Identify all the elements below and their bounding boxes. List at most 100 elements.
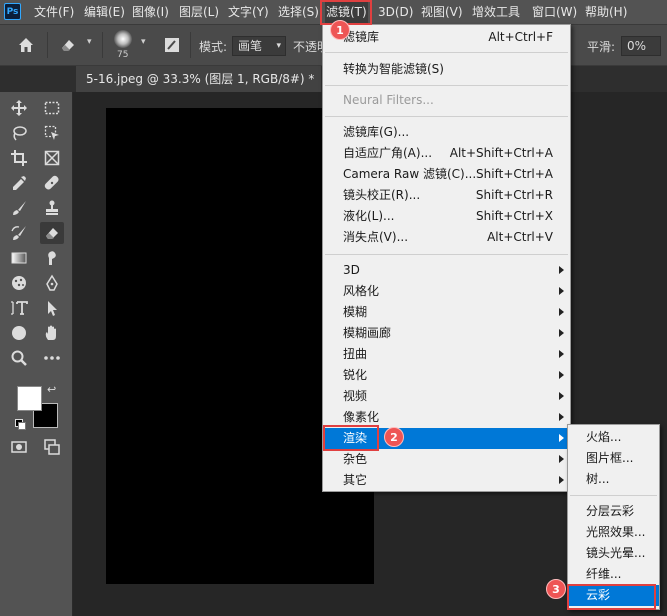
submenu-item-difference-clouds[interactable]: 分层云彩 bbox=[568, 501, 659, 522]
move-tool-icon[interactable] bbox=[7, 97, 31, 119]
menu-layer[interactable]: 图层(L) bbox=[178, 0, 220, 24]
submenu-arrow-icon bbox=[559, 350, 564, 358]
type-tool-icon[interactable] bbox=[7, 297, 31, 319]
menu-item-liquify[interactable]: 液化(L)... Shift+Ctrl+X bbox=[323, 206, 570, 227]
eraser-tool-preset-icon[interactable] bbox=[56, 34, 80, 56]
gradient-tool-icon[interactable] bbox=[7, 247, 31, 269]
menu-item-noise[interactable]: 杂色 bbox=[323, 449, 570, 470]
submenu-arrow-icon bbox=[559, 476, 564, 484]
menu-edit[interactable]: 编辑(E) bbox=[83, 0, 126, 24]
zoom-tool-icon[interactable] bbox=[7, 347, 31, 369]
menu-item-vanishing-point[interactable]: 消失点(V)... Alt+Ctrl+V bbox=[323, 227, 570, 248]
submenu-item-clouds[interactable]: 云彩 bbox=[568, 585, 659, 606]
menu-3d[interactable]: 3D(D) bbox=[377, 0, 414, 24]
menu-item-stylize[interactable]: 风格化 bbox=[323, 281, 570, 302]
menu-item-blur[interactable]: 模糊 bbox=[323, 302, 570, 323]
menu-item-lens-correction[interactable]: 镜头校正(R)... Shift+Ctrl+R bbox=[323, 185, 570, 206]
menu-help[interactable]: 帮助(H) bbox=[584, 0, 628, 24]
menu-file[interactable]: 文件(F) bbox=[33, 0, 75, 24]
step-badge-2: 2 bbox=[384, 427, 404, 447]
mode-label: 模式: bbox=[199, 40, 228, 54]
menu-item-distort[interactable]: 扭曲 bbox=[323, 344, 570, 365]
ellipse-tool-icon[interactable] bbox=[7, 322, 31, 344]
object-selection-tool-icon[interactable] bbox=[40, 122, 64, 144]
foreground-color-swatch[interactable] bbox=[17, 386, 42, 411]
submenu-arrow-icon bbox=[559, 434, 564, 442]
crop-tool-icon[interactable] bbox=[7, 147, 31, 169]
healing-brush-tool-icon[interactable] bbox=[40, 172, 64, 194]
menu-item-blur-gallery[interactable]: 模糊画廊 bbox=[323, 323, 570, 344]
menu-item-render[interactable]: 渲染 bbox=[323, 428, 570, 449]
submenu-arrow-icon bbox=[559, 413, 564, 421]
submenu-item-flame[interactable]: 火焰... bbox=[568, 427, 659, 448]
submenu-arrow-icon bbox=[559, 287, 564, 295]
step-badge-1: 1 bbox=[330, 20, 350, 40]
menu-item-neural-filters: Neural Filters... bbox=[343, 93, 434, 107]
menu-window[interactable]: 窗口(W) bbox=[531, 0, 578, 24]
smoothing-input[interactable]: 0% bbox=[621, 36, 661, 56]
document-tab-title: 5-16.jpeg @ 33.3% (图层 1, RGB/8#) * bbox=[86, 72, 315, 86]
submenu-item-lens-flare[interactable]: 镜头光晕... bbox=[568, 543, 659, 564]
clone-stamp-tool-icon[interactable] bbox=[40, 197, 64, 219]
chevron-down-icon[interactable]: ▾ bbox=[87, 37, 92, 47]
submenu-item-fibers[interactable]: 纤维... bbox=[568, 564, 659, 585]
eyedropper-tool-icon[interactable] bbox=[7, 172, 31, 194]
menu-image[interactable]: 图像(I) bbox=[131, 0, 170, 24]
menu-item-filter-gallery[interactable]: 滤镜库(G)... bbox=[323, 122, 570, 143]
document-tab[interactable]: 5-16.jpeg @ 33.3% (图层 1, RGB/8#) * bbox=[76, 66, 321, 92]
filter-menu: 滤镜库 Alt+Ctrl+F 转换为智能滤镜(S) Neural Filters… bbox=[322, 24, 571, 492]
brush-preview-icon[interactable] bbox=[114, 30, 132, 48]
smoothing-label: 平滑: bbox=[587, 40, 616, 54]
submenu-arrow-icon bbox=[559, 329, 564, 337]
submenu-arrow-icon bbox=[559, 392, 564, 400]
tools-panel: « bbox=[0, 64, 73, 616]
menu-item-camera-raw[interactable]: Camera Raw 滤镜(C)... Shift+Ctrl+A bbox=[323, 164, 570, 185]
menu-item-3d[interactable]: 3D bbox=[323, 260, 570, 281]
more-tools-icon[interactable] bbox=[40, 347, 64, 369]
chevron-down-icon[interactable]: ▾ bbox=[141, 37, 146, 47]
menu-item-other[interactable]: 其它 bbox=[323, 470, 570, 491]
frame-tool-icon[interactable] bbox=[40, 147, 64, 169]
menu-item-adaptive-wide-angle[interactable]: 自适应广角(A)... Alt+Shift+Ctrl+A bbox=[323, 143, 570, 164]
menu-filter[interactable]: 滤镜(T) bbox=[325, 0, 368, 24]
sponge-tool-icon[interactable] bbox=[7, 272, 31, 294]
render-submenu: 火焰... 图片框... 树... 分层云彩 光照效果... 镜头光晕... 纤… bbox=[567, 424, 660, 610]
hand-tool-icon[interactable] bbox=[40, 322, 64, 344]
menu-item-pixelate[interactable]: 像素化 bbox=[323, 407, 570, 428]
menu-item-video[interactable]: 视频 bbox=[323, 386, 570, 407]
menu-item-convert-smart-filters[interactable]: 转换为智能滤镜(S) bbox=[323, 59, 570, 80]
screen-mode-icon[interactable] bbox=[40, 436, 64, 458]
submenu-arrow-icon bbox=[559, 371, 564, 379]
chevron-down-icon: ▾ bbox=[276, 41, 281, 51]
submenu-item-picture-frame[interactable]: 图片框... bbox=[568, 448, 659, 469]
menu-item-sharpen[interactable]: 锐化 bbox=[323, 365, 570, 386]
menu-select[interactable]: 选择(S) bbox=[277, 0, 320, 24]
path-selection-tool-icon[interactable] bbox=[40, 297, 64, 319]
history-brush-tool-icon[interactable] bbox=[7, 222, 31, 244]
swap-colors-icon[interactable]: ↩ bbox=[47, 383, 56, 396]
pen-tool-icon[interactable] bbox=[40, 272, 64, 294]
smudge-tool-icon[interactable] bbox=[40, 247, 64, 269]
lasso-tool-icon[interactable] bbox=[7, 122, 31, 144]
smoothing-value: 0% bbox=[627, 39, 647, 53]
home-icon[interactable] bbox=[14, 34, 38, 56]
submenu-item-lighting-effects[interactable]: 光照效果... bbox=[568, 522, 659, 543]
submenu-arrow-icon bbox=[559, 455, 564, 463]
brush-size-value: 75 bbox=[117, 50, 129, 60]
photoshop-logo-icon: Ps bbox=[4, 3, 21, 20]
mode-select[interactable]: 画笔 ▾ bbox=[232, 36, 286, 56]
mode-value: 画笔 bbox=[238, 39, 263, 53]
marquee-tool-icon[interactable] bbox=[40, 97, 64, 119]
menu-type[interactable]: 文字(Y) bbox=[227, 0, 270, 24]
menu-item-filter-gallery-last[interactable]: 滤镜库 Alt+Ctrl+F bbox=[323, 27, 570, 48]
step-badge-3: 3 bbox=[546, 579, 566, 599]
default-colors-icon[interactable] bbox=[15, 419, 26, 430]
quick-mask-icon[interactable] bbox=[7, 436, 31, 458]
submenu-arrow-icon bbox=[559, 266, 564, 274]
menu-plugins[interactable]: 增效工具 bbox=[471, 0, 521, 24]
eraser-tool-icon[interactable] bbox=[40, 222, 64, 244]
brush-settings-icon[interactable] bbox=[160, 34, 184, 56]
menu-view[interactable]: 视图(V) bbox=[420, 0, 464, 24]
brush-tool-icon[interactable] bbox=[7, 197, 31, 219]
submenu-item-tree[interactable]: 树... bbox=[568, 469, 659, 490]
